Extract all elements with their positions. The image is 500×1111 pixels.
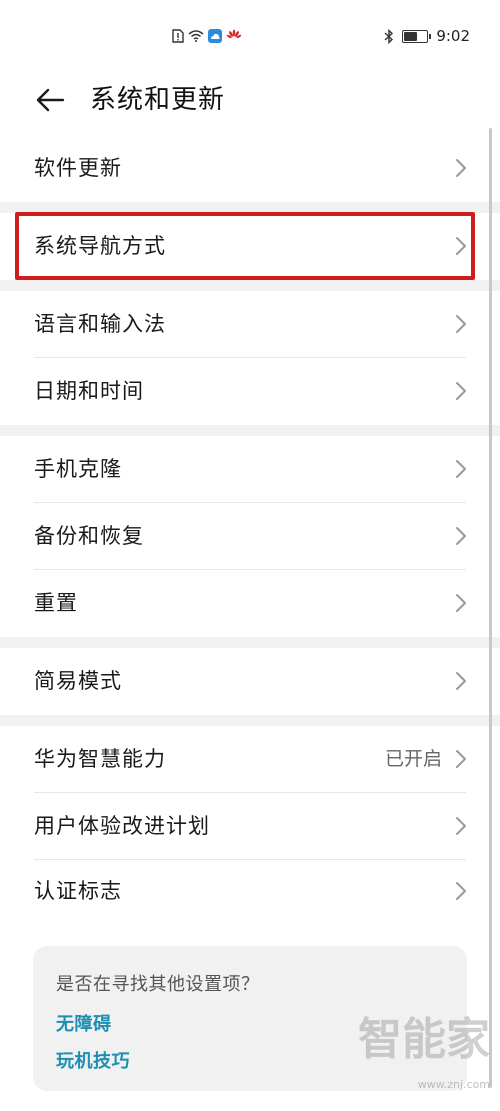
row-huawei-ai[interactable]: 华为智慧能力 已开启 [0, 726, 500, 793]
section-gap [0, 637, 500, 648]
suggestions-title: 是否在寻找其他设置项？ [56, 974, 260, 995]
row-label: 用户体验改进计划 [34, 814, 210, 838]
settings-page: 9:02 系统和更新 软件更新 系统导航方式 语言和输入法 日期和时间 手机克隆 [0, 0, 500, 1111]
row-simple-mode[interactable]: 简易模式 [0, 648, 500, 715]
status-time: 9:02 [436, 27, 470, 45]
section-gap [0, 202, 500, 213]
scrollbar[interactable] [489, 128, 492, 1088]
chevron-right-icon [456, 594, 466, 612]
row-label: 语言和输入法 [34, 312, 166, 336]
cloud-icon [208, 29, 222, 43]
row-language-input[interactable]: 语言和输入法 [0, 291, 500, 358]
chevron-right-icon [456, 460, 466, 478]
row-ux-plan[interactable]: 用户体验改进计划 [0, 793, 500, 860]
suggestions-card: 是否在寻找其他设置项？ 无障碍 玩机技巧 [33, 946, 467, 1091]
chevron-right-icon [456, 817, 466, 835]
status-bar: 9:02 [0, 0, 500, 72]
row-reset[interactable]: 重置 [0, 570, 500, 637]
chevron-right-icon [456, 382, 466, 400]
row-certification[interactable]: 认证标志 [0, 858, 500, 925]
app-header: 系统和更新 [0, 72, 500, 128]
back-button[interactable] [30, 80, 70, 120]
row-label: 软件更新 [34, 156, 122, 180]
status-bar-system: 9:02 [384, 27, 470, 45]
huawei-logo-icon [226, 29, 242, 43]
row-label: 华为智慧能力 [34, 747, 166, 771]
row-navigation[interactable]: 系统导航方式 [0, 213, 500, 280]
row-label: 系统导航方式 [34, 234, 166, 258]
chevron-right-icon [456, 672, 466, 690]
row-label: 认证标志 [34, 879, 122, 903]
chevron-right-icon [456, 750, 466, 768]
section-gap [0, 715, 500, 726]
section-gap [0, 280, 500, 291]
row-status-value: 已开启 [384, 748, 442, 770]
battery-icon [402, 29, 432, 43]
row-label: 备份和恢复 [34, 524, 144, 548]
row-backup-restore[interactable]: 备份和恢复 [0, 503, 500, 570]
page-title: 系统和更新 [90, 85, 226, 115]
link-accessibility[interactable]: 无障碍 [56, 1010, 112, 1036]
chevron-right-icon [456, 159, 466, 177]
row-phone-clone[interactable]: 手机克隆 [0, 436, 500, 503]
row-label: 重置 [34, 591, 78, 615]
status-bar-notifications [172, 29, 242, 43]
link-tips[interactable]: 玩机技巧 [56, 1047, 130, 1073]
row-date-time[interactable]: 日期和时间 [0, 358, 500, 425]
bluetooth-icon [384, 28, 394, 44]
chevron-right-icon [456, 882, 466, 900]
section-gap [0, 425, 500, 436]
battery-level-fill [404, 31, 417, 41]
wifi-icon [188, 30, 204, 42]
chevron-right-icon [456, 527, 466, 545]
row-label: 简易模式 [34, 669, 122, 693]
sim-alert-icon [172, 29, 184, 43]
chevron-right-icon [456, 237, 466, 255]
arrow-left-icon [36, 88, 65, 112]
row-software-update[interactable]: 软件更新 [0, 135, 500, 202]
chevron-right-icon [456, 315, 466, 333]
row-label: 手机克隆 [34, 457, 122, 481]
row-label: 日期和时间 [34, 379, 144, 403]
